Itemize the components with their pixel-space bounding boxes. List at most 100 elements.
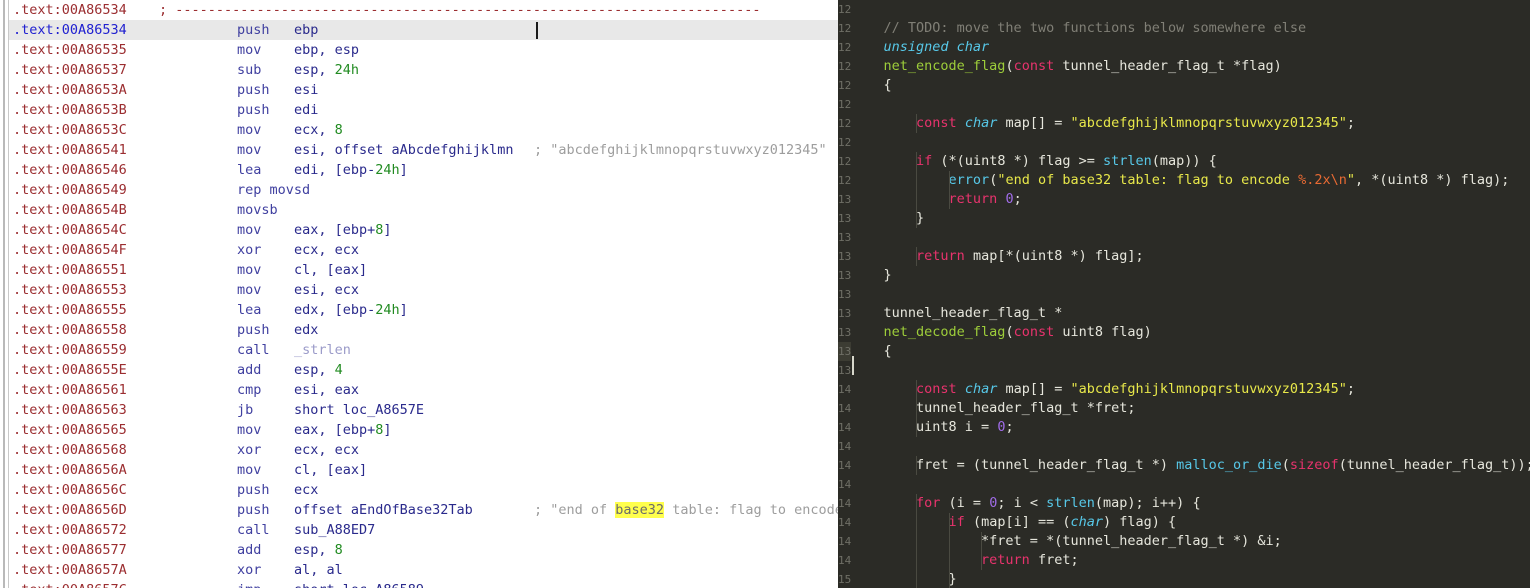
instruction-operands[interactable]: ecx, 8 <box>294 120 343 140</box>
disassembly-line[interactable]: .text:00A86555 lea edx, [ebp-24h] <box>9 300 838 320</box>
source-line[interactable]: *fret = *(tunnel_header_flag_t *) &i; <box>851 532 1530 551</box>
disassembly-line[interactable]: .text:00A86558 push edx <box>9 320 838 340</box>
instruction-operands[interactable]: edx <box>294 320 318 340</box>
disassembly-line[interactable]: .text:00A86549 rep movsd <box>9 180 838 200</box>
source-line[interactable]: tunnel_header_flag_t * <box>851 304 1530 323</box>
disassembly-line[interactable]: .text:00A86568 xor ecx, ecx <box>9 440 838 460</box>
disassembly-line[interactable]: .text:00A86553 mov esi, ecx <box>9 280 838 300</box>
source-line[interactable]: return map[*(uint8 *) flag]; <box>851 247 1530 266</box>
source-line[interactable] <box>851 95 1530 114</box>
source-line[interactable] <box>851 133 1530 152</box>
disassembly-line[interactable]: .text:00A86546 lea edi, [ebp-24h] <box>9 160 838 180</box>
disassembly-line[interactable]: .text:00A8655E add esp, 4 <box>9 360 838 380</box>
source-line[interactable]: } <box>851 266 1530 285</box>
disassembly-line[interactable]: .text:00A8653A push esi <box>9 80 838 100</box>
source-line[interactable]: net_encode_flag(const tunnel_header_flag… <box>851 57 1530 76</box>
disassembly-line[interactable]: .text:00A8657C jmp short loc_A86589 <box>9 580 838 588</box>
disassembly-line[interactable]: .text:00A86572 call sub_A88ED7 <box>9 520 838 540</box>
instruction-operands[interactable]: esi, eax <box>294 380 359 400</box>
instruction-operands[interactable]: cl, [eax] <box>294 460 367 480</box>
instruction-operands[interactable]: sub_A88ED7 <box>294 520 375 540</box>
disassembly-line[interactable]: .text:00A86565 mov eax, [ebp+8] <box>9 420 838 440</box>
instruction-operands[interactable]: eax, [ebp+8] <box>294 220 392 240</box>
disassembly-line[interactable]: .text:00A8653B push edi <box>9 100 838 120</box>
instruction-operands[interactable]: short loc_A86589 <box>294 580 424 588</box>
source-line[interactable] <box>851 285 1530 304</box>
disassembly-line[interactable]: .text:00A86551 mov cl, [eax] <box>9 260 838 280</box>
instruction-operands[interactable]: edi <box>294 100 318 120</box>
instruction-operands[interactable]: edx, [ebp-24h] <box>294 300 408 320</box>
source-line[interactable]: } <box>851 570 1530 588</box>
instruction-operands[interactable]: esp, 8 <box>294 540 343 560</box>
indent-guide <box>916 456 918 475</box>
disassembly-line[interactable]: .text:00A86537 sub esp, 24h <box>9 60 838 80</box>
instruction-operands[interactable]: ebp, esp <box>294 40 359 60</box>
instruction-operands[interactable]: esi <box>294 80 318 100</box>
disassembly-rows[interactable]: .text:00A86534 ; ------------------------… <box>9 0 838 588</box>
disassembly-line[interactable]: .text:00A8657A xor al, al <box>9 560 838 580</box>
instruction-operands[interactable]: ecx, ecx <box>294 240 359 260</box>
source-line[interactable]: { <box>851 76 1530 95</box>
source-line[interactable]: error("end of base32 table: flag to enco… <box>851 171 1530 190</box>
disassembly-line[interactable]: .text:00A86563 jb short loc_A8657E <box>9 400 838 420</box>
disassembly-line[interactable]: .text:00A86534 push ebp <box>9 20 838 40</box>
instruction-operands[interactable]: short loc_A8657E <box>294 400 424 420</box>
disassembly-line[interactable]: .text:00A86559 call _strlen <box>9 340 838 360</box>
instruction-address: .text:00A86534 <box>13 2 127 18</box>
instruction-operands[interactable]: esp, 24h <box>294 60 359 80</box>
instruction-operands[interactable]: esp, 4 <box>294 360 343 380</box>
instruction-operands[interactable]: offset aEndOfBase32Tab <box>294 500 473 520</box>
source-line[interactable] <box>851 0 1530 19</box>
source-line[interactable]: if (*(uint8 *) flag >= strlen(map)) { <box>851 152 1530 171</box>
source-line[interactable] <box>851 361 1530 380</box>
instruction-operands[interactable]: ecx, ecx <box>294 440 359 460</box>
disassembly-line[interactable]: .text:00A8654F xor ecx, ecx <box>9 240 838 260</box>
source-line[interactable]: unsigned char <box>851 38 1530 57</box>
disassembly-line[interactable]: .text:00A86577 add esp, 8 <box>9 540 838 560</box>
instruction-operands[interactable]: edi, [ebp-24h] <box>294 160 408 180</box>
source-line[interactable]: net_decode_flag(const uint8 flag) <box>851 323 1530 342</box>
disassembly-line[interactable]: .text:00A86541 mov esi, offset aAbcdefghij… <box>9 140 838 160</box>
source-editor-pane[interactable]: 120 121 122 123 124 125 126 127 128 129 130 131 132 1… <box>838 0 1530 588</box>
source-line[interactable]: return 0; <box>851 190 1530 209</box>
source-line[interactable]: const char map[] = "abcdefghijklmnopqrst… <box>851 380 1530 399</box>
source-line[interactable] <box>851 475 1530 494</box>
disassembly-pane[interactable]: .text:00A86534 ; ------------------------… <box>0 0 838 588</box>
source-code-area[interactable]: // TODO: move the two functions below so… <box>851 0 1530 588</box>
instruction-mnemonic: push <box>237 102 270 118</box>
source-line[interactable]: uint8 i = 0; <box>851 418 1530 437</box>
instruction-operands[interactable]: ecx <box>294 480 318 500</box>
instruction-operands[interactable]: al, al <box>294 560 343 580</box>
instruction-operands[interactable]: _strlen <box>294 340 351 360</box>
source-line[interactable]: { <box>851 342 1530 361</box>
disassembly-line[interactable]: .text:00A8654C mov eax, [ebp+8] <box>9 220 838 240</box>
instruction-address: .text:00A86568 <box>13 442 127 458</box>
disassembly-line[interactable]: .text:00A8656C push ecx <box>9 480 838 500</box>
disassembly-line[interactable]: .text:00A86561 cmp esi, eax <box>9 380 838 400</box>
line-number: 126 <box>838 117 851 130</box>
instruction-operands[interactable]: esi, offset aAbcdefghijklmn <box>294 140 513 160</box>
disassembly-line[interactable]: .text:00A8654B movsb <box>9 200 838 220</box>
disassembly-line[interactable]: .text:00A86535 mov ebp, esp <box>9 40 838 60</box>
source-line[interactable]: return fret; <box>851 551 1530 570</box>
source-line[interactable] <box>851 437 1530 456</box>
indent-guide <box>916 570 918 588</box>
instruction-operands[interactable]: esi, ecx <box>294 280 359 300</box>
instruction-operands[interactable]: eax, [ebp+8] <box>294 420 392 440</box>
indent-guide <box>981 532 983 551</box>
disassembly-line[interactable]: .text:00A8653C mov ecx, 8 <box>9 120 838 140</box>
source-line[interactable] <box>851 228 1530 247</box>
instruction-address: .text:00A86551 <box>13 262 127 278</box>
source-line[interactable]: for (i = 0; i < strlen(map); i++) { <box>851 494 1530 513</box>
source-line[interactable]: fret = (tunnel_header_flag_t *) malloc_o… <box>851 456 1530 475</box>
instruction-operands[interactable]: cl, [eax] <box>294 260 367 280</box>
source-line[interactable]: } <box>851 209 1530 228</box>
source-line[interactable]: const char map[] = "abcdefghijklmnopqrst… <box>851 114 1530 133</box>
disassembly-line[interactable]: .text:00A8656D push offset aEndOfBase32Tab… <box>9 500 838 520</box>
disassembly-line[interactable]: .text:00A8656A mov cl, [eax] <box>9 460 838 480</box>
source-line[interactable]: tunnel_header_flag_t *fret; <box>851 399 1530 418</box>
source-line[interactable]: if (map[i] == (char) flag) { <box>851 513 1530 532</box>
source-line[interactable]: // TODO: move the two functions below so… <box>851 19 1530 38</box>
disassembly-separator-row[interactable]: .text:00A86534 ; ------------------------… <box>9 0 838 20</box>
instruction-operands[interactable]: ebp <box>294 20 318 40</box>
